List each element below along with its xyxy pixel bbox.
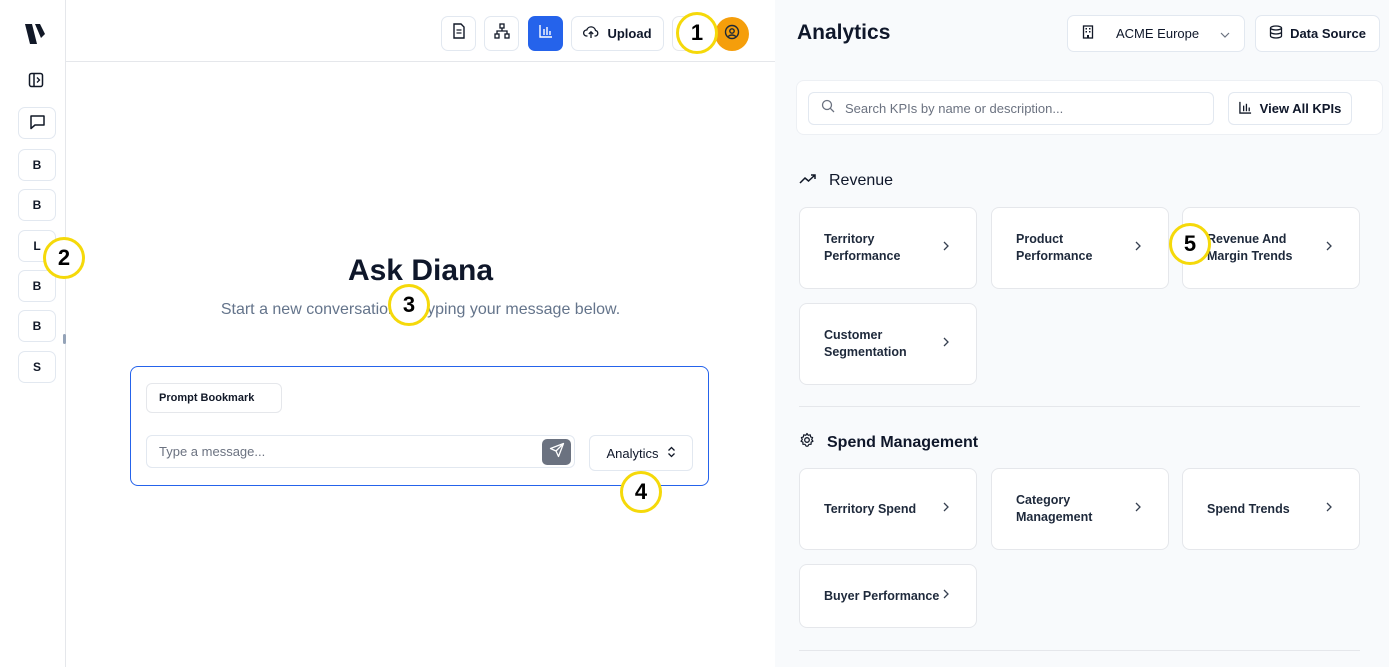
trending-up-icon: [799, 172, 817, 190]
app-window: B B L B B S Upload Ask Diana Start a new…: [0, 0, 1389, 667]
prompt-bookmark-chip[interactable]: Prompt Bookmark: [146, 383, 282, 413]
organization-select-value: ACME Europe: [1116, 26, 1200, 41]
chevron-right-icon: [1323, 501, 1335, 518]
kpi-card-label: Category Management: [1016, 493, 1093, 524]
annotation-marker-2: 2: [43, 237, 85, 279]
chevron-right-icon: [1132, 240, 1144, 257]
send-button[interactable]: [542, 439, 571, 465]
view-all-kpis-button[interactable]: View All KPIs: [1228, 92, 1352, 125]
panel-title: Analytics: [797, 21, 891, 44]
kpi-card-buyer-performance[interactable]: Buyer Performance: [799, 564, 977, 628]
workspace-button-2[interactable]: B: [18, 189, 56, 221]
send-icon: [549, 442, 565, 463]
cloud-upload-icon: [583, 25, 599, 42]
kpi-card-label: Revenue And Margin Trends: [1207, 232, 1293, 263]
analytics-panel: Analytics ACME Europe Data Source Search…: [775, 0, 1389, 667]
chevron-right-icon: [1323, 240, 1335, 257]
annotation-marker-4: 4: [620, 471, 662, 513]
kpi-card-label: Customer Segmentation: [824, 328, 907, 359]
hierarchy-button[interactable]: [484, 16, 519, 51]
workspace-button-label: L: [33, 239, 41, 253]
kpi-card-territory-performance[interactable]: Territory Performance: [799, 207, 977, 289]
chevron-right-icon: [940, 501, 952, 518]
chevron-right-icon: [940, 588, 952, 605]
workspace-button-5[interactable]: B: [18, 310, 56, 342]
workspace-button-6[interactable]: S: [18, 351, 56, 383]
section-header-spend-management: Spend Management: [799, 432, 978, 453]
kpi-card-label: Territory Performance: [824, 232, 901, 263]
kpi-search-card: View All KPIs: [796, 80, 1383, 135]
view-all-kpis-label: View All KPIs: [1259, 101, 1342, 116]
workspace-button-1[interactable]: B: [18, 149, 56, 181]
bar-chart-icon: [538, 24, 553, 43]
document-button[interactable]: [441, 16, 476, 51]
kpi-card-label: Buyer Performance: [824, 588, 940, 603]
resize-handle[interactable]: [63, 334, 66, 344]
workspace-button-label: B: [32, 198, 42, 212]
workspace-button-label: B: [32, 319, 42, 333]
chat-bubble-icon: [29, 114, 46, 133]
new-chat-button[interactable]: [18, 107, 56, 139]
workspace-button-label: B: [32, 279, 42, 293]
section-divider: [799, 650, 1360, 651]
annotation-marker-5: 5: [1169, 223, 1211, 265]
section-header-revenue: Revenue: [799, 172, 893, 190]
hierarchy-icon: [493, 23, 510, 44]
app-logo-icon: [24, 22, 46, 46]
upload-button-label: Upload: [607, 26, 652, 41]
organization-select[interactable]: ACME Europe: [1067, 15, 1245, 52]
kpi-card-label: Territory Spend: [824, 501, 917, 516]
annotation-marker-3: 3: [388, 284, 430, 326]
message-input[interactable]: [146, 435, 575, 468]
kpi-card-customer-segmentation[interactable]: Customer Segmentation: [799, 303, 977, 385]
kpi-search-box[interactable]: [808, 92, 1214, 125]
kpi-search-input[interactable]: [845, 101, 1205, 116]
settings-icon: [799, 432, 815, 453]
database-icon: [1269, 25, 1283, 42]
upload-button[interactable]: Upload: [571, 16, 664, 51]
chevron-up-down-icon: [667, 446, 676, 461]
workspace-button-label: B: [32, 158, 42, 172]
annotation-marker-1: 1: [676, 12, 718, 54]
toggle-sidebar-icon[interactable]: [26, 70, 46, 90]
kpi-card-label: Spend Trends: [1207, 501, 1290, 516]
user-avatar[interactable]: [715, 17, 749, 51]
search-icon: [821, 99, 835, 118]
user-circle-icon: [724, 24, 740, 45]
workspace-button-4[interactable]: B: [18, 270, 56, 302]
building-icon: [1082, 25, 1094, 42]
workspace-button-label: S: [32, 360, 41, 374]
kpi-card-label: Product Performance: [1016, 232, 1093, 263]
chevron-right-icon: [1132, 501, 1144, 518]
chevron-right-icon: [940, 240, 952, 257]
data-source-label: Data Source: [1290, 26, 1366, 41]
document-icon: [452, 23, 466, 44]
bar-chart-icon: [1238, 101, 1252, 117]
chevron-down-icon: [1220, 26, 1230, 41]
section-title: Revenue: [829, 172, 894, 189]
section-title: Spend Management: [827, 433, 979, 451]
chat-title: Ask Diana: [347, 254, 494, 287]
chat-toolbar: Upload: [66, 0, 775, 62]
kpi-card-product-performance[interactable]: Product Performance: [991, 207, 1169, 289]
kpi-card-category-management[interactable]: Category Management: [991, 468, 1169, 550]
data-source-button[interactable]: Data Source: [1255, 15, 1380, 52]
kpi-card-spend-trends[interactable]: Spend Trends: [1182, 468, 1360, 550]
left-rail: B B L B B S: [0, 0, 66, 667]
kpi-card-territory-spend[interactable]: Territory Spend: [799, 468, 977, 550]
message-composer: Prompt Bookmark Analytics: [130, 366, 709, 486]
mode-select-value: Analytics: [606, 445, 659, 461]
chevron-right-icon: [940, 336, 952, 353]
mode-select[interactable]: Analytics: [589, 435, 693, 471]
section-divider: [799, 406, 1360, 407]
analytics-view-button[interactable]: [528, 16, 563, 51]
